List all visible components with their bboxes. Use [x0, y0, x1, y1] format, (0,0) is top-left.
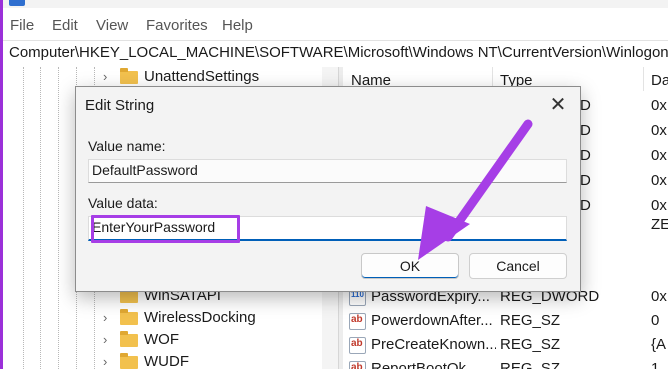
value-type: REG_SZ: [500, 312, 561, 329]
string-value-icon: ab: [349, 361, 366, 369]
ok-button[interactable]: OK: [361, 253, 459, 279]
row-type-partial: D: [580, 147, 591, 164]
row-data-partial: 0x: [651, 147, 667, 164]
value-data-input[interactable]: EnterYourPassword: [88, 215, 567, 243]
value-name-field[interactable]: DefaultPassword: [88, 159, 567, 183]
close-icon[interactable]: ✕: [546, 93, 570, 117]
row-data-partial: 0x: [651, 172, 667, 189]
value-data: 1: [651, 360, 660, 369]
value-data: 0x: [651, 288, 667, 305]
row-data-partial: 0x: [651, 197, 667, 214]
list-row[interactable]: ab PowerdownAfter... REG_SZ 0: [343, 310, 668, 332]
tree-guide-line: [23, 67, 24, 369]
registry-app-icon: [9, 0, 25, 6]
column-header-data[interactable]: Da: [651, 72, 668, 89]
tree-item-wirelessdocking[interactable]: › WirelessDocking: [103, 308, 333, 330]
row-type-partial: D: [580, 172, 591, 189]
row-type-partial: D: [580, 97, 591, 114]
list-row[interactable]: ab PreCreateKnown... REG_SZ {A: [343, 334, 668, 356]
row-data-partial: 0x: [651, 122, 667, 139]
value-name-label: Value name:: [88, 138, 166, 154]
value-type: REG_SZ: [500, 360, 561, 369]
value-data: {A: [651, 336, 667, 353]
tree-item-wudf[interactable]: › WUDF: [103, 352, 333, 369]
string-value-icon: ab: [349, 313, 366, 330]
tree-guide-line: [58, 67, 59, 369]
column-divider[interactable]: [643, 67, 644, 91]
tree-item-label: WUDF: [144, 353, 189, 369]
row-data-partial: ZE: [651, 216, 668, 233]
folder-icon: [120, 68, 138, 84]
tree-item-label: WOF: [144, 331, 179, 348]
chevron-right-icon[interactable]: ›: [103, 310, 107, 325]
chevron-right-icon[interactable]: ›: [103, 354, 107, 369]
list-row[interactable]: ab ReportBootOk REG_SZ 1: [343, 358, 668, 369]
row-type-partial: D: [580, 122, 591, 139]
folder-icon: [120, 309, 138, 325]
tree-item-label: WirelessDocking: [144, 309, 256, 326]
value-name: PreCreateKnown...: [371, 336, 496, 353]
value-name: PowerdownAfter...: [371, 312, 493, 329]
cancel-button[interactable]: Cancel: [469, 253, 567, 279]
value-data: 0: [651, 312, 660, 329]
folder-icon: [120, 353, 138, 369]
string-value-icon: ab: [349, 337, 366, 354]
title-bar: [3, 0, 668, 8]
address-bar[interactable]: Computer\HKEY_LOCAL_MACHINE\SOFTWARE\Mic…: [3, 40, 668, 68]
value-name-text: DefaultPassword: [92, 162, 198, 178]
tree-guide-line: [40, 67, 41, 369]
menu-file[interactable]: File: [10, 17, 34, 34]
menu-edit[interactable]: Edit: [52, 17, 78, 34]
annotation-highlight-box: [91, 215, 240, 243]
value-type: REG_SZ: [500, 336, 561, 353]
row-data-partial: 0x: [651, 97, 667, 114]
value-name: ReportBootOk: [371, 360, 467, 369]
menu-bar: File Edit View Favorites Help: [3, 8, 668, 40]
tree-item-wof[interactable]: › WOF: [103, 330, 333, 352]
menu-help[interactable]: Help: [222, 17, 253, 34]
tree-item-label: UnattendSettings: [144, 68, 260, 85]
folder-icon: [120, 331, 138, 347]
row-type-partial: D: [580, 197, 591, 214]
menu-view[interactable]: View: [96, 17, 128, 34]
address-path[interactable]: Computer\HKEY_LOCAL_MACHINE\SOFTWARE\Mic…: [9, 44, 668, 61]
menu-favorites[interactable]: Favorites: [146, 17, 208, 34]
chevron-right-icon[interactable]: ›: [103, 332, 107, 347]
value-data-label: Value data:: [88, 195, 158, 211]
dialog-title: Edit String: [85, 97, 155, 114]
edit-string-dialog: Edit String ✕ Value name: DefaultPasswor…: [75, 86, 581, 292]
chevron-right-icon[interactable]: ›: [103, 69, 107, 84]
